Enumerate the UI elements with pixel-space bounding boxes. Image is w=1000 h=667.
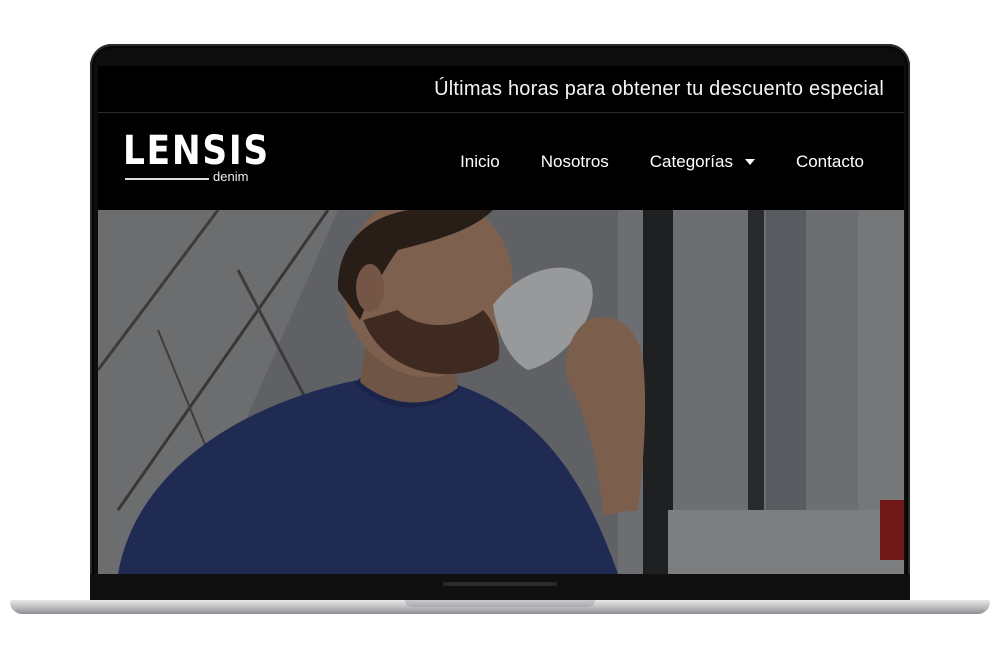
nav-item-inicio[interactable]: Inicio bbox=[460, 152, 500, 172]
promo-banner: Últimas horas para obtener tu descuento … bbox=[98, 66, 904, 113]
laptop-hinge-notch bbox=[443, 582, 557, 586]
nav-item-label: Inicio bbox=[460, 151, 500, 171]
brand-tagline: denim bbox=[213, 169, 249, 184]
nav-item-label: Contacto bbox=[795, 151, 864, 171]
site-header: LENSIS denim Inicio Nosotros Categorías … bbox=[98, 113, 904, 210]
nav-item-contacto[interactable]: Contacto bbox=[796, 152, 864, 172]
laptop-screen: Últimas horas para obtener tu descuento … bbox=[98, 66, 904, 574]
caret-down-icon bbox=[744, 158, 755, 165]
hero-image bbox=[98, 210, 904, 574]
main-nav: Inicio Nosotros Categorías Contacto bbox=[419, 113, 864, 210]
brand-logo[interactable]: LENSIS denim bbox=[123, 131, 268, 187]
nav-item-nosotros[interactable]: Nosotros bbox=[541, 152, 609, 172]
laptop-base-notch bbox=[405, 600, 595, 607]
brand-name: LENSIS bbox=[123, 128, 270, 174]
nav-item-label: Categorías bbox=[649, 151, 733, 171]
promo-text: Últimas horas para obtener tu descuento … bbox=[434, 77, 884, 100]
nav-item-categorias[interactable]: Categorías bbox=[650, 152, 755, 172]
nav-item-label: Nosotros bbox=[540, 151, 609, 171]
laptop-bottom-bezel bbox=[90, 574, 910, 600]
hero-dark-overlay bbox=[98, 210, 904, 574]
logo-underline bbox=[125, 178, 209, 180]
